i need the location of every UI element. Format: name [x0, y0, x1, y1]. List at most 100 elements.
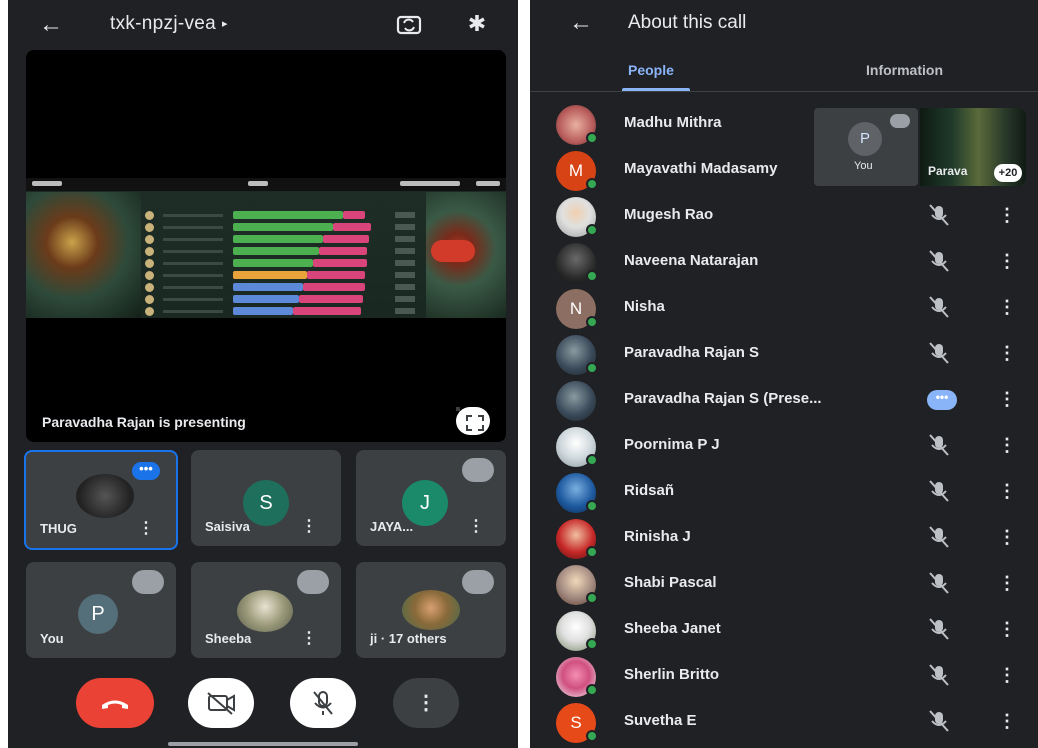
divider	[530, 91, 1038, 92]
list-item[interactable]: Poornima P J ⋮	[530, 422, 1038, 468]
tab-information[interactable]: Information	[866, 62, 943, 78]
mic-off-icon	[929, 342, 949, 364]
avatar: P	[848, 122, 882, 156]
mic-off-icon	[929, 526, 949, 548]
fullscreen-icon[interactable]	[456, 407, 490, 435]
pip-label: Parava	[928, 164, 968, 178]
list-item[interactable]: Naveena Natarajan ⋮	[530, 238, 1038, 284]
shared-status-bar	[26, 178, 506, 191]
participant-tile-thug[interactable]: ••• THUG ⋮	[24, 450, 178, 550]
back-arrow-icon[interactable]: ←	[36, 10, 66, 40]
participant-name: Sherlin Britto	[624, 666, 720, 683]
presentation-stage: Paravadha Rajan is presenting	[26, 50, 506, 442]
online-status-dot	[586, 500, 598, 512]
more-options-icon[interactable]: ⋮	[468, 516, 484, 536]
bluetooth-audio-icon[interactable]: ✱	[464, 8, 490, 40]
home-indicator	[168, 742, 358, 746]
more-options-icon[interactable]: ⋮	[138, 518, 154, 538]
more-options-icon[interactable]: ⋮	[998, 204, 1016, 226]
phone-hangup-icon	[102, 700, 128, 709]
presenting-label: Paravadha Rajan is presenting	[42, 414, 246, 430]
tab-people[interactable]: People	[628, 62, 674, 78]
more-options-icon[interactable]: ⋮	[998, 342, 1016, 364]
participant-name: Poornima P J	[624, 436, 720, 453]
meeting-top-bar: ← txk-npzj-vea ▸ ✱	[8, 0, 518, 50]
mic-off-icon	[462, 570, 494, 594]
more-options-icon[interactable]: ⋮	[998, 250, 1016, 272]
shared-leaderboard	[141, 192, 426, 318]
list-item[interactable]: Sherlin Britto ⋮	[530, 652, 1038, 698]
participant-tile-others[interactable]: ji · 17 others	[356, 562, 506, 658]
more-options-icon[interactable]: ⋮	[998, 434, 1016, 456]
end-call-button[interactable]	[76, 678, 154, 728]
more-options-icon[interactable]: ⋮	[301, 628, 317, 648]
camera-toggle-button[interactable]	[188, 678, 254, 728]
online-status-dot	[586, 132, 598, 144]
participant-name: Saisiva	[205, 519, 250, 534]
page-title: About this call	[628, 12, 747, 33]
mic-off-icon	[929, 480, 949, 502]
more-options-icon[interactable]: ⋮	[998, 480, 1016, 502]
mic-off-icon	[929, 572, 949, 594]
participant-name: Ridsañ	[624, 482, 675, 499]
more-options-icon[interactable]: ⋮	[301, 516, 317, 536]
presenter-pip[interactable]: Parava +20	[920, 108, 1026, 186]
online-status-dot	[586, 546, 598, 558]
shared-artwork-right	[426, 192, 506, 318]
caret-right-icon: ▸	[222, 18, 228, 31]
list-item[interactable]: Ridsañ ⋮	[530, 468, 1038, 514]
list-item[interactable]: S Suvetha E ⋮	[530, 698, 1038, 744]
camera-off-icon	[207, 692, 235, 715]
online-status-dot	[586, 730, 598, 742]
more-options-icon[interactable]: ⋮	[998, 710, 1016, 732]
switch-camera-icon[interactable]	[394, 10, 424, 40]
participant-name: Nisha	[624, 298, 665, 315]
more-options-icon[interactable]: ⋮	[998, 572, 1016, 594]
participant-tile-sheeba[interactable]: Sheeba ⋮	[191, 562, 341, 658]
mic-off-icon	[929, 710, 949, 732]
talking-indicator-icon: •••	[132, 462, 160, 480]
mic-off-icon	[929, 618, 949, 640]
list-item[interactable]: Rinisha J ⋮	[530, 514, 1038, 560]
about-call-screen: ← About this call People Information Mad…	[530, 0, 1038, 748]
list-item[interactable]: Sheeba Janet ⋮	[530, 606, 1038, 652]
back-arrow-icon[interactable]: ←	[566, 8, 596, 38]
self-view-pip[interactable]: P You	[814, 108, 918, 186]
presenting-icon: •••	[927, 390, 957, 410]
mic-toggle-button[interactable]	[290, 678, 356, 728]
participant-tile-you[interactable]: P You	[26, 562, 176, 658]
avatar: P	[78, 594, 118, 634]
online-status-dot	[586, 224, 598, 236]
participant-name: Sheeba Janet	[624, 620, 721, 637]
list-item[interactable]: N Nisha ⋮	[530, 284, 1038, 330]
more-options-icon[interactable]: ⋮	[998, 618, 1016, 640]
meeting-code-button[interactable]: txk-npzj-vea ▸	[110, 13, 228, 35]
participant-name: Mugesh Rao	[624, 206, 714, 223]
participant-name: Rinisha J	[624, 528, 691, 545]
participant-name: Sheeba	[205, 631, 252, 646]
mic-off-icon	[929, 434, 949, 456]
participant-name: Mayavathi Madasamy	[624, 160, 778, 177]
participant-tile-jaya[interactable]: J JAYA... ⋮	[356, 450, 506, 546]
list-item[interactable]: Mugesh Rao ⋮	[530, 192, 1038, 238]
list-item[interactable]: Paravadha Rajan S (Prese... ••• ⋮	[530, 376, 1038, 422]
mic-off-icon	[462, 458, 494, 482]
meeting-screen: ← txk-npzj-vea ▸ ✱ Paravadha Rajan is pr…	[8, 0, 518, 748]
more-options-icon[interactable]: ⋮	[998, 664, 1016, 686]
more-options-icon[interactable]: ⋮	[998, 296, 1016, 318]
more-options-icon[interactable]: ⋮	[998, 388, 1016, 410]
participant-name: THUG	[40, 521, 77, 536]
more-options-button[interactable]: ⋮	[393, 678, 459, 728]
participant-tile-saisiva[interactable]: S Saisiva ⋮	[191, 450, 341, 546]
list-item[interactable]: Paravadha Rajan S ⋮	[530, 330, 1038, 376]
list-item[interactable]: Shabi Pascal ⋮	[530, 560, 1038, 606]
shared-screen	[26, 178, 506, 318]
participant-name: Suvetha E	[624, 712, 697, 729]
more-options-icon[interactable]: ⋮	[998, 526, 1016, 548]
online-status-dot	[586, 684, 598, 696]
mic-off-icon	[929, 296, 949, 318]
mic-off-icon	[313, 691, 333, 715]
participant-count-badge: +20	[994, 164, 1022, 182]
mic-off-icon	[929, 204, 949, 226]
online-status-dot	[586, 270, 598, 282]
